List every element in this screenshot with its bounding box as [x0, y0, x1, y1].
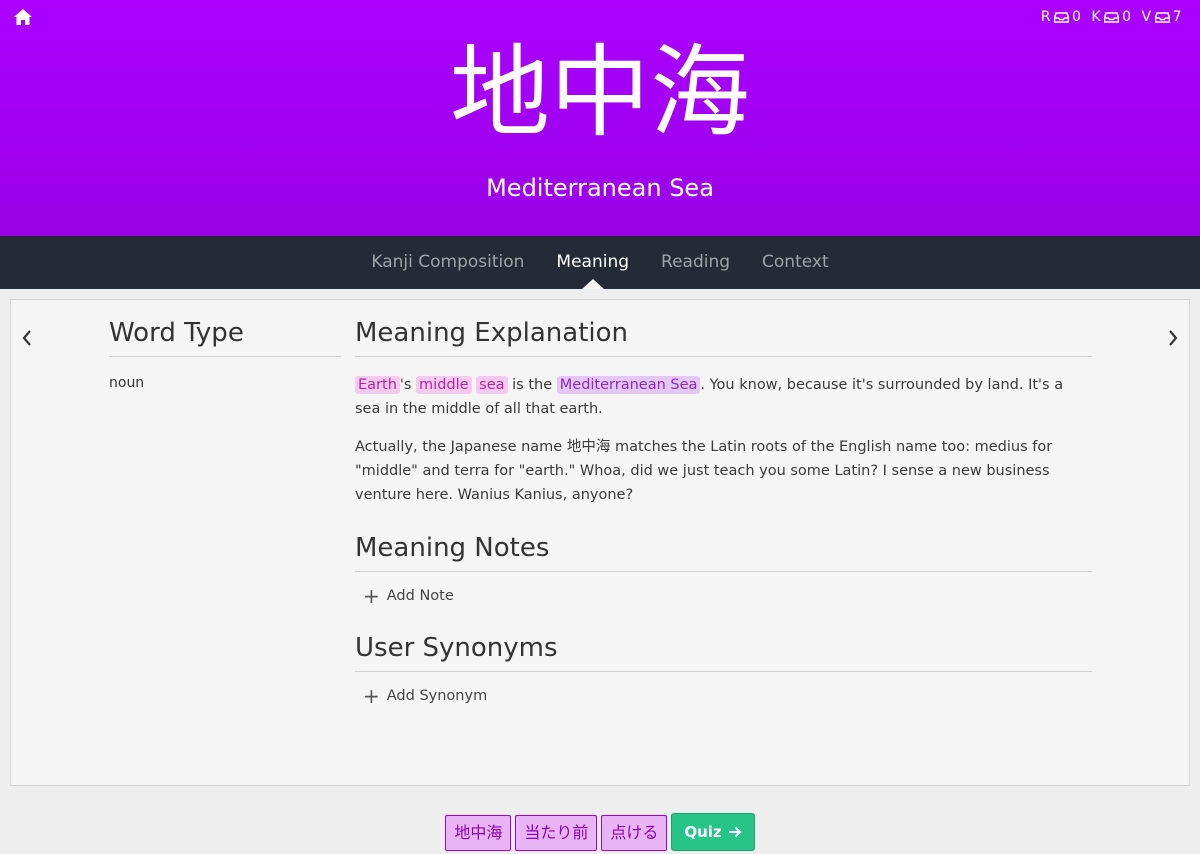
- tab-kanji-composition[interactable]: Kanji Composition: [355, 236, 540, 289]
- home-icon[interactable]: [13, 8, 33, 26]
- subject-meaning: Mediterranean Sea: [486, 174, 714, 202]
- related-item-button[interactable]: 点ける: [601, 815, 668, 851]
- radical-highlight: Earth: [355, 376, 400, 394]
- review-counters: R 0 K 0 V 7: [1041, 9, 1182, 25]
- user-synonyms-section: User Synonyms + Add Synonym: [355, 631, 1092, 707]
- info-tabs: Kanji Composition Meaning Reading Contex…: [0, 236, 1200, 289]
- add-note-label: Add Note: [386, 588, 454, 604]
- explain-text: 's: [399, 377, 412, 393]
- counter-value: 0: [1122, 9, 1132, 25]
- meaning-content: Meaning Explanation Earth's middle sea i…: [355, 316, 1092, 707]
- meaning-explanation-paragraph: Earth's middle sea is the Mediterranean …: [355, 373, 1092, 421]
- quiz-label: Quiz: [684, 823, 722, 841]
- meaning-notes-section: Meaning Notes + Add Note: [355, 531, 1092, 607]
- subject-header: R 0 K 0 V 7 地中海 Mediterranean Sea: [0, 0, 1200, 236]
- chevron-right-icon[interactable]: [1165, 328, 1181, 348]
- plus-icon: +: [363, 584, 380, 608]
- meaning-explanation-paragraph-2: Actually, the Japanese name 地中海 matches …: [355, 439, 1053, 503]
- counter-letter: V: [1141, 9, 1152, 25]
- tab-meaning[interactable]: Meaning: [540, 236, 645, 289]
- word-type-value: noun: [109, 375, 145, 391]
- quiz-button[interactable]: Quiz: [671, 813, 755, 851]
- arrow-right-icon: [728, 826, 742, 838]
- counter-letter: R: [1040, 9, 1051, 25]
- related-item-button[interactable]: 当たり前: [515, 815, 598, 851]
- tray-icon: [1053, 11, 1069, 23]
- word-type-section: Word Type noun: [109, 316, 341, 393]
- radical-highlight: middle: [416, 376, 472, 394]
- counter-value: 0: [1071, 9, 1082, 25]
- chevron-left-icon[interactable]: [19, 328, 35, 348]
- bottom-bar: 地中海 当たり前 点ける Quiz: [0, 813, 1200, 851]
- user-synonyms-heading: User Synonyms: [355, 631, 1092, 672]
- tray-icon: [1154, 11, 1170, 23]
- radical-highlight: sea: [476, 376, 508, 394]
- counter-kanji: K 0: [1091, 9, 1131, 25]
- related-item-button[interactable]: 地中海: [445, 815, 512, 851]
- word-type-heading: Word Type: [109, 316, 341, 357]
- meaning-explanation-heading: Meaning Explanation: [355, 316, 1092, 357]
- vocab-highlight: Mediterranean Sea: [556, 376, 701, 394]
- add-note-button[interactable]: + Add Note: [355, 586, 454, 606]
- meaning-panel: Word Type noun Meaning Explanation Earth…: [10, 299, 1190, 786]
- tab-reading[interactable]: Reading: [645, 236, 746, 289]
- counter-radicals: R 0: [1041, 9, 1082, 25]
- tray-icon: [1104, 11, 1120, 23]
- explain-text: is the: [512, 377, 553, 393]
- meaning-notes-heading: Meaning Notes: [355, 531, 1092, 572]
- tab-context[interactable]: Context: [746, 236, 845, 289]
- add-synonym-label: Add Synonym: [386, 688, 488, 704]
- subject-character: 地中海: [450, 34, 750, 151]
- counter-value: 7: [1172, 9, 1182, 25]
- plus-icon: +: [363, 684, 380, 708]
- add-synonym-button[interactable]: + Add Synonym: [355, 686, 487, 706]
- counter-vocab: V 7: [1142, 9, 1183, 25]
- counter-letter: K: [1091, 9, 1102, 25]
